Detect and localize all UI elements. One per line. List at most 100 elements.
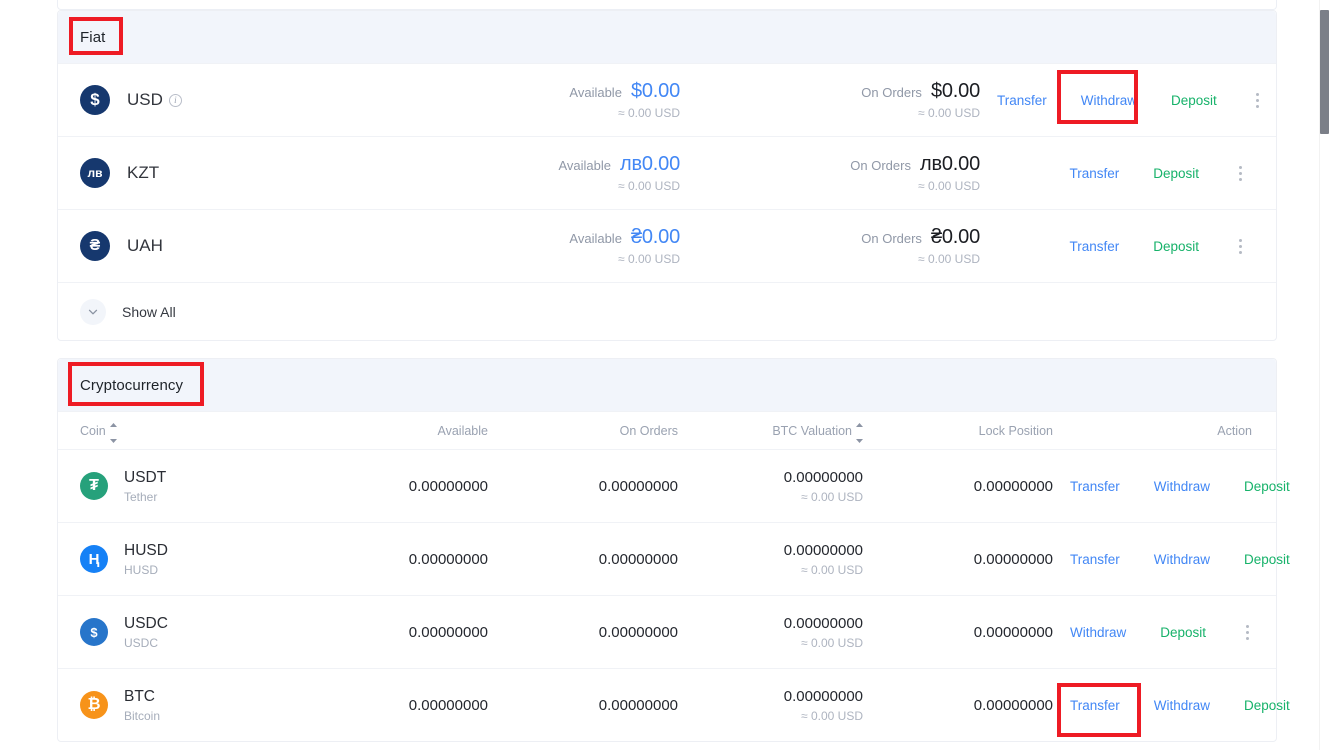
- on-orders-value: $0.00: [930, 80, 980, 102]
- btc-valuation-usd-equivalent: ≈ 0.00 USD: [801, 562, 863, 577]
- on-orders-usd-equivalent: ≈ 0.00 USD: [918, 106, 980, 120]
- table-row: ₿ BTC Bitcoin 0.00000000 0.00000000 0.00…: [58, 668, 1333, 741]
- deposit-link[interactable]: Deposit: [1136, 166, 1216, 181]
- chevron-down-icon[interactable]: [80, 298, 106, 325]
- crypto-coin-cell: $ USDC USDC: [80, 614, 298, 650]
- btc-valuation-cell: 0.00000000 ≈ 0.00 USD: [678, 688, 863, 723]
- column-header-btc-valuation[interactable]: BTC Valuation: [678, 416, 863, 446]
- available-cell: Available ₴0.00 ≈ 0.00 USD: [380, 226, 680, 266]
- btc-valuation-value: 0.00000000: [783, 541, 863, 559]
- deposit-link[interactable]: Deposit: [1227, 698, 1307, 713]
- withdraw-link[interactable]: Withdraw: [1064, 93, 1154, 108]
- available-cell: Available лв0.00 ≈ 0.00 USD: [380, 153, 680, 193]
- more-options-icon[interactable]: [1246, 92, 1270, 108]
- deposit-link[interactable]: Deposit: [1154, 93, 1234, 108]
- on-orders-value: 0.00000000: [598, 696, 678, 714]
- btc-valuation-value: 0.00000000: [783, 687, 863, 705]
- fiat-coin-cell: $ USD i: [80, 85, 380, 115]
- column-header-available: Available: [437, 423, 488, 438]
- more-options-icon[interactable]: [1228, 238, 1252, 254]
- crypto-coin-cell: ₮ USDT Tether: [80, 468, 298, 504]
- table-row: ₴ UAH Available ₴0.00 ≈ 0.00 USD On Orde…: [58, 209, 1276, 282]
- info-icon[interactable]: i: [168, 93, 182, 107]
- table-row: Ⱨ HUSD HUSD 0.00000000 0.00000000 0.0000…: [58, 522, 1333, 595]
- row-actions: Transfer Withdraw Deposit: [980, 92, 1270, 108]
- transfer-link[interactable]: Transfer: [1052, 166, 1136, 181]
- on-orders-value: 0.00000000: [598, 477, 678, 495]
- transfer-link[interactable]: Transfer: [1053, 479, 1137, 494]
- page-scrollbar-thumb[interactable]: [1320, 10, 1329, 134]
- on-orders-label: On Orders: [861, 85, 922, 100]
- lock-position-value: 0.00000000: [973, 623, 1053, 641]
- available-value: лв0.00: [619, 153, 680, 175]
- column-header-btc-valuation-label: BTC Valuation: [772, 423, 852, 438]
- show-all-row[interactable]: Show All: [58, 282, 1276, 340]
- available-label: Available: [558, 158, 611, 173]
- deposit-link[interactable]: Deposit: [1143, 625, 1223, 640]
- page-scrollbar-track[interactable]: [1319, 0, 1334, 750]
- btc-valuation-value: 0.00000000: [783, 614, 863, 632]
- crypto-coin-cell: Ⱨ HUSD HUSD: [80, 541, 298, 577]
- crypto-symbol: HUSD: [124, 541, 168, 559]
- transfer-link[interactable]: Transfer: [1052, 239, 1136, 254]
- deposit-link[interactable]: Deposit: [1227, 479, 1307, 494]
- transfer-link[interactable]: Transfer: [980, 93, 1064, 108]
- column-header-coin[interactable]: Coin: [80, 416, 298, 446]
- column-header-lock-position: Lock Position: [978, 423, 1053, 438]
- available-usd-equivalent: ≈ 0.00 USD: [618, 106, 680, 120]
- crypto-symbol: USDT: [124, 468, 167, 486]
- row-actions: Transfer Deposit: [1052, 165, 1252, 181]
- crypto-table-header: Coin Available On Orders BTC Valuation L…: [58, 411, 1276, 449]
- btc-valuation-usd-equivalent: ≈ 0.00 USD: [801, 635, 863, 650]
- fiat-symbol-text: UAH: [127, 236, 163, 255]
- on-orders-label: On Orders: [850, 158, 911, 173]
- deposit-link[interactable]: Deposit: [1227, 552, 1307, 567]
- crypto-full-name: USDC: [124, 636, 159, 651]
- lock-position-value: 0.00000000: [973, 696, 1053, 714]
- row-actions: Transfer Deposit: [1052, 238, 1252, 254]
- sort-arrows-icon[interactable]: [856, 416, 863, 446]
- more-options-icon[interactable]: [1228, 165, 1252, 181]
- transfer-link[interactable]: Transfer: [1053, 552, 1137, 567]
- available-value: 0.00000000: [408, 477, 488, 495]
- deposit-link[interactable]: Deposit: [1136, 239, 1216, 254]
- on-orders-usd-equivalent: ≈ 0.00 USD: [918, 179, 980, 193]
- crypto-section-title: Cryptocurrency: [80, 376, 184, 394]
- row-actions: Withdraw Deposit: [1053, 624, 1259, 640]
- usdc-coin-icon: $: [80, 618, 108, 646]
- fiat-symbol-text: KZT: [127, 163, 160, 182]
- fiat-symbol-label: KZT: [127, 163, 159, 183]
- table-row: ₮ USDT Tether 0.00000000 0.00000000 0.00…: [58, 449, 1333, 522]
- btc-coin-icon: ₿: [80, 691, 108, 719]
- row-actions: Transfer Withdraw Deposit: [1053, 551, 1334, 567]
- available-label: Available: [569, 231, 622, 246]
- uah-coin-icon: ₴: [80, 231, 110, 261]
- btc-valuation-cell: 0.00000000 ≈ 0.00 USD: [678, 615, 863, 650]
- previous-card-sliver: [57, 0, 1277, 10]
- withdraw-link[interactable]: Withdraw: [1137, 698, 1227, 713]
- sort-arrows-icon[interactable]: [109, 416, 117, 446]
- btc-valuation-cell: 0.00000000 ≈ 0.00 USD: [678, 469, 863, 504]
- more-options-icon[interactable]: [1235, 624, 1259, 640]
- on-orders-cell: On Orders ₴0.00 ≈ 0.00 USD: [680, 226, 980, 266]
- lock-position-value: 0.00000000: [973, 477, 1053, 495]
- crypto-full-name: HUSD: [124, 563, 159, 578]
- transfer-link[interactable]: Transfer: [1053, 698, 1137, 713]
- fiat-symbol-label: USD i: [127, 90, 182, 110]
- btc-valuation-value: 0.00000000: [783, 468, 863, 486]
- table-row: $ USD i Available $0.00 ≈ 0.00 USD On Or…: [58, 63, 1276, 136]
- crypto-symbol: BTC: [124, 687, 155, 705]
- wallet-balances-page: Fiat $ USD i Available $0.00 ≈ 0.00 USD: [0, 0, 1334, 750]
- crypto-coin-cell: ₿ BTC Bitcoin: [80, 687, 298, 723]
- on-orders-value: ₴0.00: [930, 226, 980, 248]
- withdraw-link[interactable]: Withdraw: [1137, 479, 1227, 494]
- lock-position-value: 0.00000000: [973, 550, 1053, 568]
- available-value: $0.00: [630, 80, 680, 102]
- withdraw-link[interactable]: Withdraw: [1137, 552, 1227, 567]
- withdraw-link[interactable]: Withdraw: [1053, 625, 1143, 640]
- husd-coin-icon: Ⱨ: [80, 545, 108, 573]
- available-value: 0.00000000: [408, 550, 488, 568]
- table-row: $ USDC USDC 0.00000000 0.00000000 0.0000…: [58, 595, 1276, 668]
- cryptocurrency-card: Cryptocurrency Coin Available On Orders …: [57, 358, 1333, 742]
- table-row: лв KZT Available лв0.00 ≈ 0.00 USD On Or…: [58, 136, 1276, 209]
